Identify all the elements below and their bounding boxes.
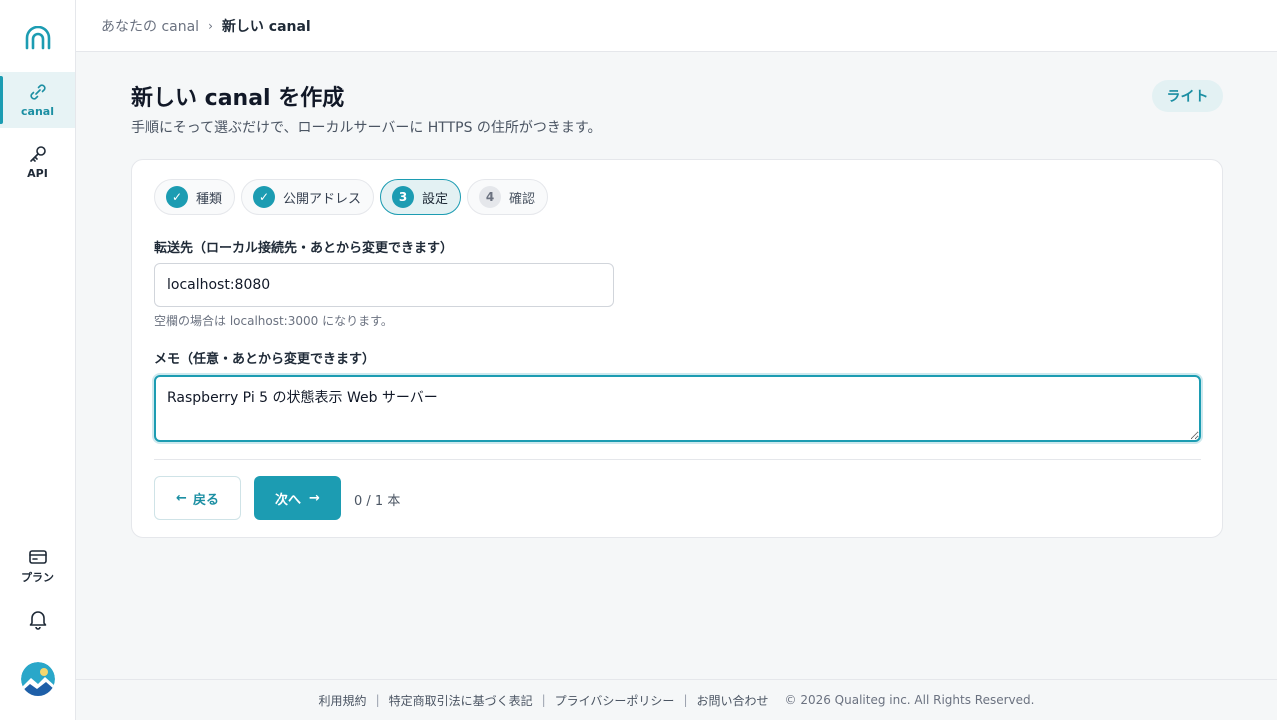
logo-icon[interactable] <box>24 25 52 50</box>
plan-badge[interactable]: ライト <box>1152 80 1223 112</box>
breadcrumb: あなたの canal › 新しい canal <box>76 0 1277 52</box>
step-label: 種類 <box>196 191 223 207</box>
footer: 利用規約 | 特定商取引法に基づく表記 | プライバシーポリシー | お問い合わ… <box>76 679 1277 720</box>
step-label: 確認 <box>509 191 536 207</box>
step-label: 設定 <box>422 191 449 207</box>
back-button[interactable]: ← 戻る <box>154 476 241 520</box>
memo-label: メモ（任意・あとから変更できます） <box>154 352 376 367</box>
sidebar-item-canal[interactable]: canal <box>0 72 75 128</box>
step-number: 3 <box>392 186 415 208</box>
forward-hint: 空欄の場合は localhost:3000 になります。 <box>154 314 393 328</box>
link-icon <box>29 84 46 100</box>
bell-icon[interactable] <box>27 608 49 630</box>
sidebar-item-label: プラン <box>21 570 54 584</box>
forward-input[interactable] <box>154 263 614 307</box>
step-confirm[interactable]: 4 確認 <box>467 179 549 215</box>
step-public-address[interactable]: ✓ 公開アドレス <box>241 179 375 215</box>
step-number: 4 <box>479 186 502 208</box>
breadcrumb-link-canals[interactable]: あなたの canal <box>101 16 199 36</box>
sidebar-item-label: canal <box>21 105 54 118</box>
create-canal-card: ✓ 種類 ✓ 公開アドレス 3 設定 4 確認 転送先（ローカル接続先・あとから… <box>131 159 1223 538</box>
footer-link-privacy[interactable]: プライバシーポリシー <box>555 692 675 709</box>
page-title: 新しい canal を作成 <box>131 86 345 111</box>
memo-textarea[interactable]: Raspberry Pi 5 の状態表示 Web サーバー <box>154 375 1201 442</box>
footer-link-terms[interactable]: 利用規約 <box>319 692 367 709</box>
card-icon <box>28 549 47 564</box>
sidebar: canal API プラン <box>0 0 76 720</box>
divider <box>154 459 1201 460</box>
step-label: 公開アドレス <box>283 191 362 207</box>
sidebar-item-label: API <box>27 167 48 180</box>
avatar[interactable] <box>21 662 55 696</box>
arrow-right-icon: → <box>309 490 320 506</box>
key-icon <box>29 146 46 162</box>
breadcrumb-current: 新しい canal <box>221 18 311 35</box>
sidebar-item-api[interactable]: API <box>0 134 75 190</box>
page-subtitle: 手順にそって選ぶだけで、ローカルサーバーに HTTPS の住所がつきます。 <box>131 120 602 136</box>
chevron-right-icon: › <box>208 18 213 33</box>
footer-separator: | <box>375 693 380 707</box>
stepper: ✓ 種類 ✓ 公開アドレス 3 設定 4 確認 <box>154 179 549 215</box>
next-button[interactable]: 次へ → <box>254 476 341 520</box>
footer-separator: | <box>683 693 688 707</box>
canal-count: 0 / 1 本 <box>354 494 401 509</box>
footer-separator: | <box>541 693 546 707</box>
sidebar-item-plan[interactable]: プラン <box>0 538 75 594</box>
arrow-left-icon: ← <box>176 490 187 506</box>
forward-label: 転送先（ローカル接続先・あとから変更できます） <box>154 241 454 256</box>
copyright: © 2026 Qualiteg inc. All Rights Reserved… <box>784 693 1035 707</box>
next-button-label: 次へ <box>275 492 302 508</box>
back-button-label: 戻る <box>192 492 219 508</box>
check-icon: ✓ <box>166 186 188 208</box>
check-icon: ✓ <box>253 186 276 208</box>
footer-link-commerce-law[interactable]: 特定商取引法に基づく表記 <box>389 692 533 709</box>
step-settings[interactable]: 3 設定 <box>380 179 462 215</box>
step-type[interactable]: ✓ 種類 <box>154 179 236 215</box>
footer-link-contact[interactable]: お問い合わせ <box>696 692 768 709</box>
